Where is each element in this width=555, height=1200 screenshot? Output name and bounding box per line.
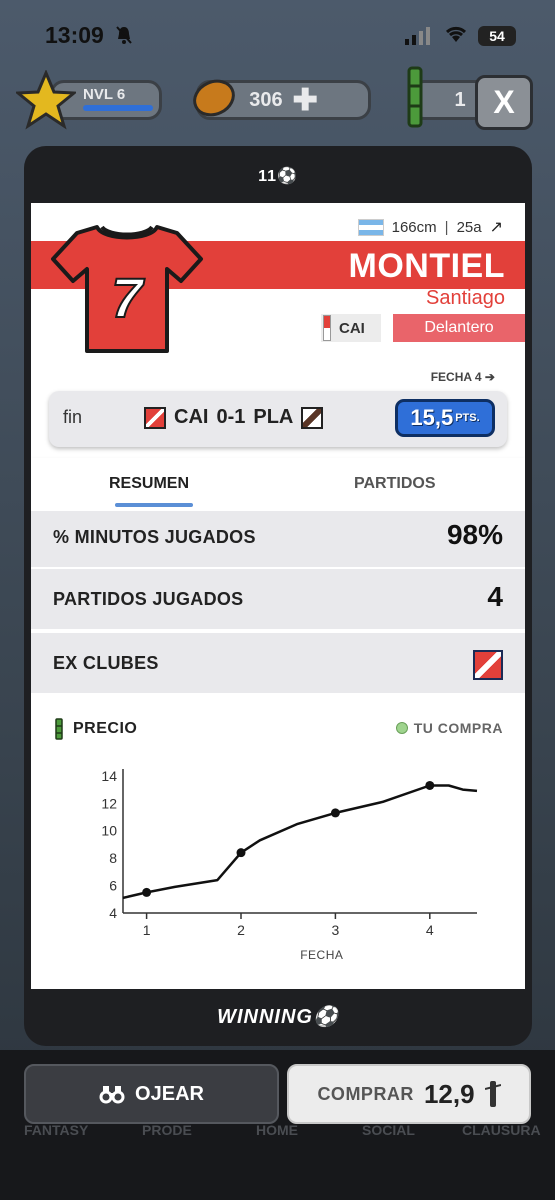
tabs: RESUMEN PARTIDOS [31,458,525,513]
argentina-flag-icon [357,218,384,236]
y-tick-label: 6 [109,878,117,894]
price-title: PRECIO [73,720,138,737]
match-row[interactable]: fin CAI 0-1 PLA 15,5 PTS. [49,391,507,447]
points-pill: 15,5 PTS. [395,399,495,437]
player-meta: 166cm | 25a ↗ [357,217,503,237]
played-value: 4 [487,581,503,612]
points-suffix: PTS. [455,412,480,424]
coins-value: 306 [249,88,283,111]
comprar-price: 12,9 [423,1078,475,1109]
played-label: PARTIDOS JUGADOS [53,589,244,609]
close-button[interactable]: X [475,75,533,130]
x-tick-label: 2 [237,922,245,938]
battery-indicator: 54 [478,26,516,46]
nav-prode[interactable]: PRODE [142,1122,192,1138]
club-name: CAI [339,319,365,337]
ojear-button[interactable]: OJEAR [24,1064,279,1124]
status-time: 13:09 [45,22,104,48]
active-tab-indicator [115,503,193,507]
comprar-button[interactable]: COMPRAR 12,9 [287,1064,531,1124]
y-tick-label: 14 [101,768,117,784]
nav-clausura[interactable]: CLAUSURA [462,1122,541,1138]
fecha-link[interactable]: FECHA 4 ➔ [431,370,495,384]
price-point [425,780,435,790]
star-icon [14,69,78,135]
player-first-name: Santiago [426,287,505,309]
player-last-name: MONTIEL [348,247,505,285]
jersey-icon: 7 [51,225,203,353]
status-bar: 13:09 54 [0,0,555,70]
x-axis-label: FECHA [300,948,343,962]
tab-partidos[interactable]: PARTIDOS [354,475,435,493]
exclub-badge-icon[interactable] [473,650,503,680]
nav-home[interactable]: HOME [256,1122,298,1138]
bamboo-price-icon [484,1081,501,1107]
stat-played: PARTIDOS JUGADOS 4 [31,567,525,629]
y-tick-label: 8 [109,850,117,866]
expand-icon[interactable]: ↗ [490,217,503,237]
price-point [330,808,340,818]
level-label: NVL 6 [83,86,126,103]
bell-muted-icon [115,25,133,50]
meta-separator: | [444,218,449,236]
match-status: fin [63,407,83,427]
player-height: 166cm [391,218,437,236]
points-value: 15,5 [410,405,454,430]
stat-exclubs: EX CLUBES [31,631,525,693]
binoculars-icon [99,1086,125,1104]
tu-compra-label: TU COMPRA [413,720,503,736]
tu-compra-legend: TU COMPRA [395,720,503,736]
price-header: PRECIO [53,718,137,740]
bamboo-small-icon [55,718,63,740]
mango-icon [190,72,240,127]
price-chart: 4681012141 2 3 4FECHA [101,768,478,962]
level-progress [83,105,153,111]
app-logo: 11⚽ [258,168,298,185]
bamboo-icon [400,66,430,133]
y-tick-label: 4 [109,905,117,921]
score: 0-1 [216,406,246,428]
player-modal: 11⚽ 166cm | 25a ↗ 7 MONTIEL Santiago CAI… [24,146,532,1046]
x-tick-label: 4 [426,922,434,938]
tab-resumen[interactable]: RESUMEN [109,475,189,493]
footer-logo: WINNING⚽ [217,1006,339,1028]
nav-social[interactable]: SOCIAL [362,1122,415,1138]
x-tick-label: 1 [143,922,151,938]
exclubs-label: EX CLUBES [53,653,159,673]
club-chip: CAI [321,314,381,342]
tu-compra-dot-icon [395,722,408,734]
y-tick-label: 10 [101,823,117,839]
comprar-label: COMPRAR [317,1083,414,1104]
signal-icon [405,27,433,50]
match-score: CAI 0-1 PLA [144,406,324,429]
price-point [142,887,152,897]
pla-badge-icon [301,406,324,429]
position-chip: Delantero [393,314,525,342]
wifi-icon [444,24,468,49]
minutes-value: 98% [446,519,503,550]
away-team: PLA [253,406,294,428]
club-flag-icon [323,315,331,341]
top-hud: NVL 6 306 ✚ 1 [0,66,555,140]
stat-minutes: % MINUTOS JUGADOS 98% [31,509,525,567]
price-line [122,784,478,900]
home-team: CAI [174,406,209,428]
bamboo-value: 1 [454,88,466,111]
player-card: 166cm | 25a ↗ 7 MONTIEL Santiago CAI Del… [31,203,525,989]
jersey-number: 7 [111,266,145,329]
cai-badge-icon [144,406,166,429]
nav-fantasy[interactable]: FANTASY [24,1122,88,1138]
add-icon[interactable]: ✚ [293,83,318,118]
ojear-label: OJEAR [135,1082,204,1105]
y-tick-label: 12 [101,795,117,811]
x-tick-label: 3 [332,922,340,938]
minutes-label: % MINUTOS JUGADOS [53,527,256,547]
price-point [236,848,246,858]
player-age: 25a [456,218,482,236]
